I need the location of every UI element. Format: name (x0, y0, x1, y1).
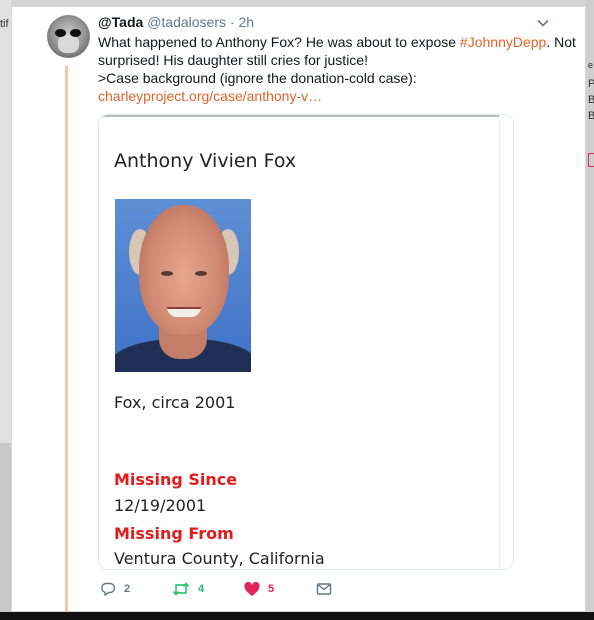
separator-dot: · (229, 14, 235, 30)
backdrop-bottom (0, 612, 594, 620)
link-card[interactable]: Anthony Vivien Fox Fox, circa 2001 Missi… (98, 114, 514, 570)
timestamp[interactable]: 2h (238, 14, 254, 30)
card-title: Anthony Vivien Fox (114, 150, 297, 172)
user-handle[interactable]: @tadalosers (147, 14, 226, 30)
envelope-icon (316, 583, 332, 595)
background-text-fragment: B (588, 110, 594, 122)
photo-caption: Fox, circa 2001 (114, 393, 236, 412)
thread-line (65, 66, 68, 612)
backdrop-right (586, 0, 594, 620)
backdrop-left (0, 0, 11, 443)
background-text-fragment: B (588, 94, 594, 106)
missing-from-value: Ventura County, California (114, 549, 325, 568)
background-text-fragment: tif (0, 18, 9, 30)
like-count: 5 (268, 583, 275, 595)
hashtag-link[interactable]: #JohnnyDepp (460, 34, 546, 50)
case-link[interactable]: charleyproject.org/case/anthony-v… (98, 87, 553, 105)
direct-message-button[interactable] (316, 580, 332, 598)
retweet-icon (172, 582, 190, 596)
tweet-text: What happened to Anthony Fox? He was abo… (98, 33, 576, 105)
backdrop-left-lower (0, 443, 11, 620)
tweet-text-line: What happened to Anthony Fox? He was abo… (98, 34, 576, 50)
heart-icon (244, 581, 260, 596)
card-scrollbar[interactable] (499, 115, 513, 569)
card-content: Anthony Vivien Fox Fox, circa 2001 Missi… (99, 115, 499, 569)
retweet-count: 4 (198, 583, 205, 595)
missing-from-label: Missing From (114, 524, 234, 543)
reply-icon (101, 582, 116, 596)
missing-since-value: 12/19/2001 (114, 496, 207, 515)
background-badge (588, 153, 594, 167)
tweet-header: @Tada @tadalosers · 2h (98, 13, 254, 31)
chevron-down-icon[interactable] (537, 17, 549, 29)
avatar-face (58, 35, 79, 53)
avatar-sunglasses (55, 29, 82, 37)
reply-count: 2 (124, 583, 131, 595)
person-photo (115, 199, 251, 372)
tweet-text-line: >Case background (ignore the donation-co… (98, 70, 417, 86)
missing-since-label: Missing Since (114, 470, 238, 489)
like-button[interactable]: 5 (244, 580, 274, 598)
retweet-button[interactable]: 4 (172, 580, 204, 598)
background-text-fragment: P (588, 78, 594, 90)
display-name[interactable]: @Tada (98, 14, 143, 30)
tweet-text-line: surprised! His daughter still cries for … (98, 52, 368, 68)
background-text-fragment: e (588, 60, 594, 70)
avatar[interactable] (47, 15, 90, 58)
reply-button[interactable]: 2 (100, 580, 130, 598)
